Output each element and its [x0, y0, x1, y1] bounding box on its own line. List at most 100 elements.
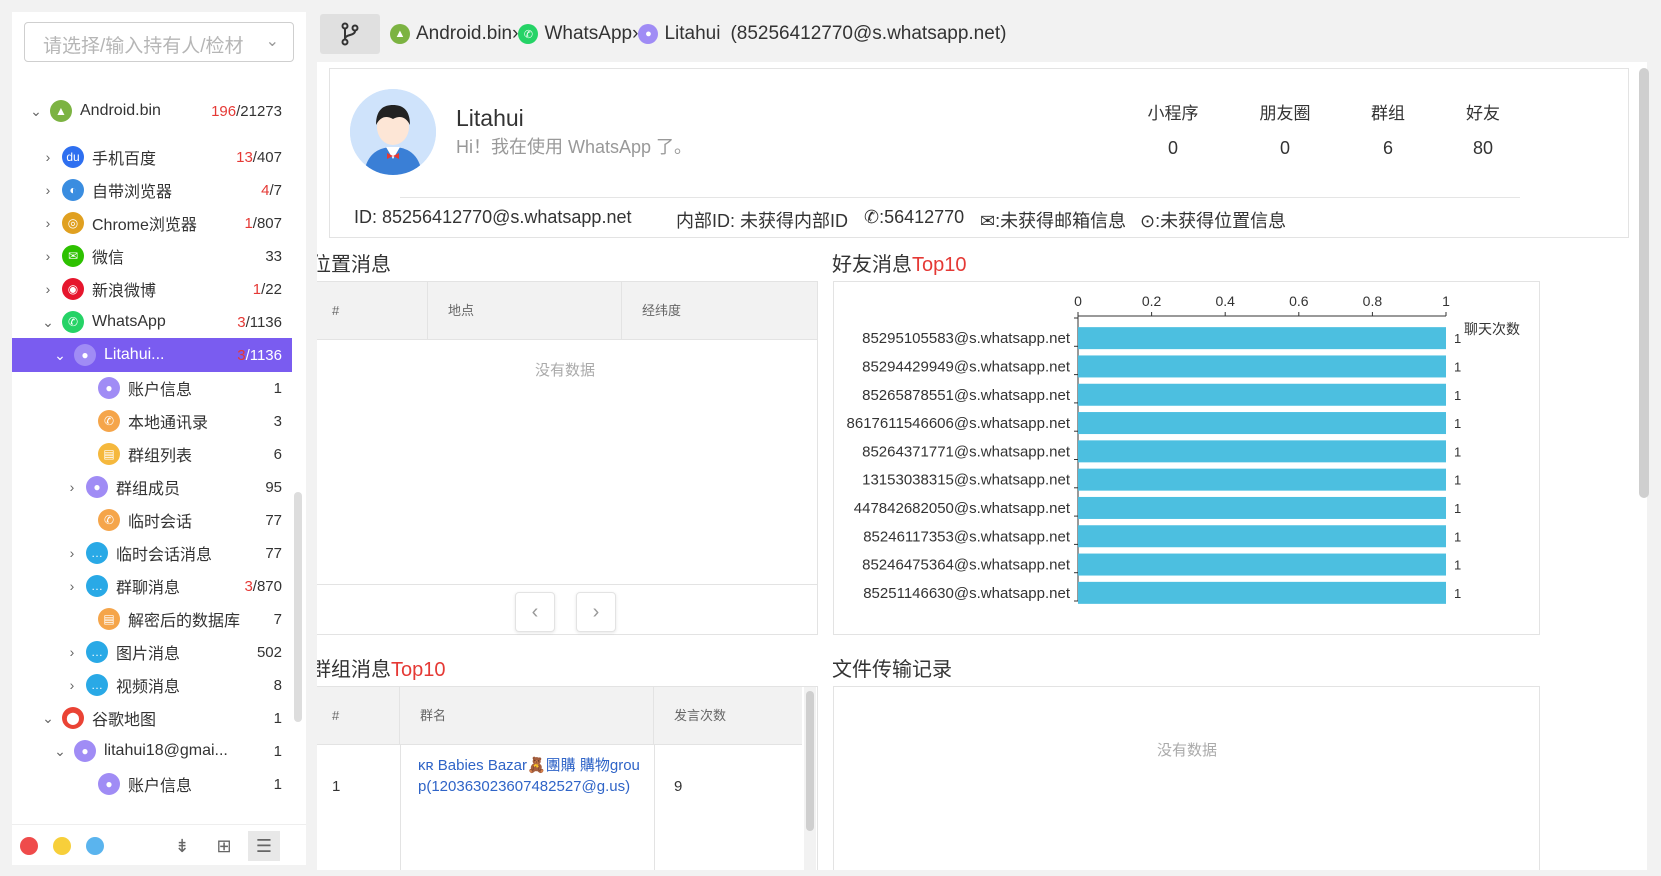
column-header[interactable]: #: [317, 687, 400, 745]
count-highlight: 196: [211, 102, 237, 120]
chevron-right-icon[interactable]: ›: [40, 281, 56, 297]
red-dot-icon[interactable]: [20, 837, 38, 855]
tree-item[interactable]: ● 账户信息 1: [12, 371, 292, 405]
email-value: :未获得邮箱信息: [995, 211, 1127, 231]
data-label: 1: [1454, 586, 1461, 601]
breadcrumb-android[interactable]: ▲ Android.bin: [390, 23, 512, 45]
group-list-icon: ▤: [98, 443, 120, 465]
prev-page-button[interactable]: ‹: [515, 592, 555, 632]
group-name-link[interactable]: ĸʀ Babies Bazar🧸團購 購物group(1203630236074…: [418, 755, 642, 797]
count-total: /1136: [245, 313, 282, 331]
tree-item-label: 账户信息: [128, 382, 193, 399]
chevron-right-icon[interactable]: ›: [64, 545, 80, 561]
tree-item[interactable]: ›… 图片消息 502: [12, 635, 292, 669]
tree-item[interactable]: ⌄ ✆ WhatsApp 3/1136: [12, 305, 292, 339]
chevron-right-icon[interactable]: ›: [64, 677, 80, 693]
tree-item[interactable]: › du 手机百度 13/407: [12, 140, 292, 174]
bar: [1078, 412, 1446, 435]
title-accent: Top10: [391, 659, 446, 681]
profile-status: Hi！我在使用 WhatsApp 了。: [456, 137, 693, 157]
chevron-right-icon[interactable]: ›: [40, 182, 56, 198]
tree-item[interactable]: ⌄ ⬤ 谷歌地图 1: [12, 701, 292, 735]
chevron-right-icon[interactable]: ›: [40, 215, 56, 231]
wechat-icon: ✉: [62, 245, 84, 267]
chevron-down-icon[interactable]: ⌄: [40, 710, 56, 727]
tree-item[interactable]: ›… 临时会话消息 77: [12, 536, 292, 570]
chevron-down-icon[interactable]: ⌄: [40, 314, 56, 331]
tree-item[interactable]: ▤ 解密后的数据库 7: [12, 602, 292, 636]
grid-view-icon[interactable]: ⊞: [208, 831, 240, 861]
count-total: 33: [265, 247, 282, 265]
tree-item[interactable]: › ◐ 自带浏览器 4/7: [12, 173, 292, 207]
chevron-right-icon[interactable]: ›: [40, 149, 56, 165]
bar: [1078, 440, 1446, 463]
breadcrumb-whatsapp[interactable]: ✆ WhatsApp: [518, 23, 632, 45]
column-header[interactable]: 群名: [400, 687, 654, 745]
message-icon: …: [86, 641, 108, 663]
table-scrollbar-thumb[interactable]: [806, 691, 814, 831]
tree-item[interactable]: › ◎ Chrome浏览器 1/807: [12, 206, 292, 240]
title-accent: Top10: [912, 254, 967, 276]
branch-button[interactable]: [320, 14, 380, 54]
yellow-dot-icon[interactable]: [53, 837, 71, 855]
divider: [654, 745, 655, 870]
tree-item[interactable]: ● 账户信息 1: [12, 767, 292, 801]
next-page-button[interactable]: ›: [576, 592, 616, 632]
tree-item[interactable]: › ✉ 微信 33: [12, 239, 292, 273]
bar: [1078, 383, 1446, 406]
chevron-down-icon[interactable]: ⌄: [28, 103, 44, 120]
tree-item[interactable]: › … 视频消息 8: [12, 668, 292, 702]
main-scrollbar[interactable]: [1639, 68, 1649, 498]
tree-item[interactable]: ▤ 群组列表 6: [12, 437, 292, 471]
chevron-right-icon[interactable]: ›: [64, 479, 80, 495]
column-header[interactable]: #: [317, 282, 428, 340]
chevron-down-icon[interactable]: ⌄: [52, 347, 68, 364]
android-icon: ▲: [390, 24, 410, 44]
table-row[interactable]: 1 ĸʀ Babies Bazar🧸團購 購物group(12036302360…: [317, 745, 802, 870]
tree-item-count: 8: [274, 677, 282, 694]
stat-label: 好友: [1466, 104, 1500, 123]
tree-item-count: 77: [265, 545, 282, 562]
column-header[interactable]: 地点: [428, 282, 622, 340]
category-label: 8617611546606@s.whatsapp.net: [847, 415, 1071, 432]
count-total: 1: [273, 379, 282, 397]
x-tick-label: 0.6: [1289, 293, 1309, 309]
tree-item[interactable]: ⌄ ▲ Android.bin 196/21273: [12, 94, 292, 128]
tree-item[interactable]: ✆ 临时会话 77: [12, 503, 292, 537]
tree-item-count: 1: [274, 710, 282, 727]
tree-item[interactable]: › ◉ 新浪微博 1/22: [12, 272, 292, 306]
collapse-all-icon[interactable]: ⇟: [166, 831, 198, 861]
column-header[interactable]: 发言次数: [654, 687, 802, 745]
count-highlight: 1: [252, 280, 262, 298]
stat-label: 群组: [1371, 104, 1405, 123]
tree-item[interactable]: › ● 群组成员 95: [12, 470, 292, 504]
breadcrumb-user[interactable]: ● Litahui (85256412770@s.whatsapp.net): [638, 23, 1006, 45]
weibo-icon: ◉: [62, 278, 84, 300]
sidebar-scrollbar[interactable]: [294, 492, 302, 722]
branch-icon: [341, 22, 359, 46]
tree-item[interactable]: ⌄ ● litahui18@gmai... 1: [12, 734, 292, 768]
count-highlight: 3: [244, 577, 253, 595]
count-highlight: 13: [236, 148, 253, 166]
chevron-right-icon[interactable]: ›: [40, 248, 56, 264]
bar: [1078, 327, 1446, 350]
tree-item[interactable]: ⌄ ● Litahui... 3/1136: [12, 338, 292, 372]
table-scrollbar-track[interactable]: [804, 687, 816, 870]
main-content: Litahui Hi！我在使用 WhatsApp 了。 小程序 0 朋友圈 0 …: [317, 62, 1647, 870]
whatsapp-icon: ✆: [518, 24, 539, 44]
chevron-right-icon[interactable]: ›: [64, 644, 80, 660]
chevron-right-icon[interactable]: ›: [64, 578, 80, 594]
list-view-icon[interactable]: ☰: [248, 831, 280, 861]
blue-dot-icon[interactable]: [86, 837, 104, 855]
tree-item[interactable]: ✆ 本地通讯录 3: [12, 404, 292, 438]
count-total: /407: [252, 148, 282, 166]
count-total: 1: [273, 742, 282, 760]
bar: [1078, 553, 1446, 576]
chevron-down-icon[interactable]: ⌄: [266, 31, 279, 51]
column-header[interactable]: 经纬度: [622, 282, 817, 340]
chevron-down-icon[interactable]: ⌄: [52, 743, 68, 760]
mail-icon: ✉: [980, 211, 996, 231]
phone-value: :56412770: [879, 207, 965, 227]
holder-search-select[interactable]: 请选择/输入持有人/检材 ⌄: [24, 22, 294, 62]
tree-item[interactable]: ›… 群聊消息 3/870: [12, 569, 292, 603]
